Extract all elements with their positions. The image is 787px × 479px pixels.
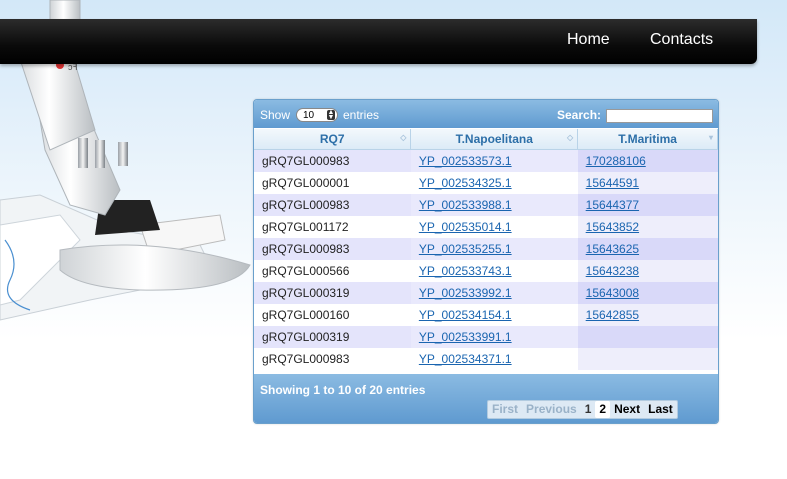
column-header-label: T.Napoelitana: [455, 132, 533, 146]
table-bottom-toolbar: Showing 1 to 10 of 20 entries First Prev…: [254, 374, 718, 423]
t-napoelitana-cell: YP_002535014.1: [410, 216, 578, 238]
sort-arrows-icon: ▾: [708, 133, 713, 142]
rq7-cell: gRQ7GL000319: [254, 282, 411, 304]
protein-id-link[interactable]: YP_002533991.1: [419, 330, 512, 344]
gi-number-link[interactable]: 15642855: [586, 308, 639, 322]
rq7-cell: gRQ7GL000983: [254, 348, 411, 370]
next-page-button[interactable]: Next: [610, 401, 644, 418]
entries-length-select[interactable]: 10 ▲ ▼: [296, 108, 338, 122]
t-maritima-cell: 15643238: [577, 260, 718, 282]
rq7-cell: gRQ7GL000001: [254, 172, 411, 194]
table-row: gRQ7GL000983 YP_002534371.1: [254, 348, 718, 370]
table-row: gRQ7GL000566 YP_002533743.1 15643238: [254, 260, 718, 282]
t-maritima-cell: 15644377: [577, 194, 718, 216]
gi-number-link[interactable]: 15643008: [586, 286, 639, 300]
page-1-button[interactable]: 1: [581, 401, 596, 418]
protein-id-link[interactable]: YP_002533988.1: [419, 198, 512, 212]
t-napoelitana-cell: YP_002535255.1: [410, 238, 578, 260]
rq7-cell: gRQ7GL000319: [254, 326, 411, 348]
gi-number-link[interactable]: 15643625: [586, 242, 639, 256]
gi-number-link[interactable]: 15644377: [586, 198, 639, 212]
protein-id-link[interactable]: YP_002533992.1: [419, 286, 512, 300]
protein-id-link[interactable]: YP_002535014.1: [419, 220, 512, 234]
protein-id-link[interactable]: YP_002534371.1: [419, 352, 512, 366]
t-napoelitana-cell: YP_002533988.1: [410, 194, 578, 216]
table-info-text: Showing 1 to 10 of 20 entries: [260, 383, 426, 397]
entries-label: entries: [343, 108, 380, 122]
t-maritima-cell: 15642855: [577, 304, 718, 326]
search-label: Search:: [557, 108, 602, 122]
sort-arrows-icon: ◇: [567, 133, 574, 142]
gi-number-link[interactable]: 15643238: [586, 264, 639, 278]
pagination: First Previous 1 2 Next Last: [487, 400, 678, 419]
t-maritima-cell: 15643008: [577, 282, 718, 304]
show-label: Show: [260, 108, 291, 122]
t-napoelitana-cell: YP_002534371.1: [410, 348, 578, 370]
gi-number-link[interactable]: 170288106: [586, 154, 646, 168]
t-maritima-cell: 15643625: [577, 238, 718, 260]
top-navbar: Home Contacts: [0, 19, 757, 64]
t-napoelitana-cell: YP_002534325.1: [410, 172, 578, 194]
table-row: gRQ7GL001172 YP_002535014.1 15643852: [254, 216, 718, 238]
t-maritima-cell: 15643852: [577, 216, 718, 238]
search-input[interactable]: [606, 109, 713, 123]
protein-id-link[interactable]: YP_002533743.1: [419, 264, 512, 278]
column-header-label: RQ7: [319, 132, 345, 146]
protein-id-link[interactable]: YP_002533573.1: [419, 154, 512, 168]
gi-number-link[interactable]: 15643852: [586, 220, 639, 234]
sort-arrows-icon: ◇: [400, 133, 407, 142]
table-row: gRQ7GL000001 YP_002534325.1 15644591: [254, 172, 718, 194]
column-header-rq7[interactable]: RQ7 ◇: [254, 129, 412, 150]
rq7-cell: gRQ7GL000160: [254, 304, 411, 326]
t-maritima-cell: 170288106: [577, 149, 718, 172]
gi-number-link[interactable]: 15644591: [586, 176, 639, 190]
protein-id-link[interactable]: YP_002534154.1: [419, 308, 512, 322]
column-header-t-napoelitana[interactable]: T.Napoelitana ◇: [410, 129, 579, 150]
length-select-value: 10: [303, 110, 315, 121]
column-header-label: T.Maritima: [618, 132, 677, 146]
table-row: gRQ7GL000983 YP_002535255.1 15643625: [254, 238, 718, 260]
t-napoelitana-cell: YP_002533743.1: [410, 260, 578, 282]
page-2-button[interactable]: 2: [595, 401, 611, 418]
table-row: gRQ7GL000983 YP_002533573.1 170288106: [254, 149, 718, 172]
rq7-cell: gRQ7GL000983: [254, 149, 411, 172]
rq7-cell: gRQ7GL000983: [254, 238, 411, 260]
column-header-t-maritima[interactable]: T.Maritima ▾: [577, 129, 718, 150]
table-row: gRQ7GL000319 YP_002533991.1: [254, 326, 718, 348]
results-table: RQ7 ◇ T.Napoelitana ◇ T.Maritima ▾ gRQ7GL00…: [254, 129, 718, 370]
rq7-cell: gRQ7GL001172: [254, 216, 411, 238]
t-napoelitana-cell: YP_002533573.1: [410, 149, 578, 172]
t-napoelitana-cell: YP_002533992.1: [410, 282, 578, 304]
table-top-toolbar: Show 10 ▲ ▼ entries Search:: [254, 100, 718, 128]
select-arrows-icon: ▲ ▼: [327, 109, 335, 121]
t-napoelitana-cell: YP_002534154.1: [410, 304, 578, 326]
protein-id-link[interactable]: YP_002534325.1: [419, 176, 512, 190]
table-row: gRQ7GL000319 YP_002533992.1 15643008: [254, 282, 718, 304]
table-row: gRQ7GL000983 YP_002533988.1 15644377: [254, 194, 718, 216]
rq7-cell: gRQ7GL000566: [254, 260, 411, 282]
first-page-button[interactable]: First: [488, 401, 522, 418]
previous-page-button[interactable]: Previous: [522, 401, 581, 418]
t-napoelitana-cell: YP_002533991.1: [410, 326, 578, 348]
protein-id-link[interactable]: YP_002535255.1: [419, 242, 512, 256]
table-row: gRQ7GL000160 YP_002534154.1 15642855: [254, 304, 718, 326]
nav-home-link[interactable]: Home: [567, 31, 610, 49]
t-maritima-cell: 15644591: [577, 172, 718, 194]
nav-contacts-link[interactable]: Contacts: [650, 31, 713, 49]
rq7-cell: gRQ7GL000983: [254, 194, 411, 216]
last-page-button[interactable]: Last: [644, 401, 677, 418]
t-maritima-cell: [577, 326, 718, 348]
t-maritima-cell: [577, 348, 718, 370]
data-table-wrapper: Show 10 ▲ ▼ entries Search: RQ7 ◇ T.Napoel…: [253, 99, 719, 424]
